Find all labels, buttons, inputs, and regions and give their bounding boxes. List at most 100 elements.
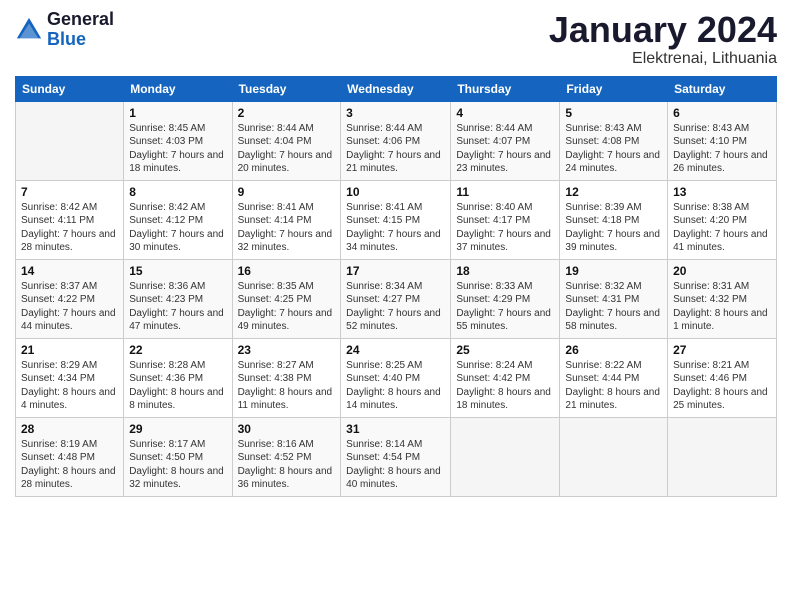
- day-info: Sunrise: 8:17 AMSunset: 4:50 PMDaylight:…: [129, 438, 226, 492]
- day-number: 23: [238, 343, 336, 357]
- day-number: 24: [346, 343, 445, 357]
- day-info: Sunrise: 8:22 AMSunset: 4:44 PMDaylight:…: [565, 359, 662, 413]
- day-info: Sunrise: 8:16 AMSunset: 4:52 PMDaylight:…: [238, 438, 336, 492]
- day-info: Sunrise: 8:33 AMSunset: 4:29 PMDaylight:…: [456, 280, 554, 334]
- day-info: Sunrise: 8:38 AMSunset: 4:20 PMDaylight:…: [673, 201, 771, 255]
- day-info: Sunrise: 8:41 AMSunset: 4:14 PMDaylight:…: [238, 201, 336, 255]
- logo-icon: [15, 16, 43, 44]
- calendar-cell: 26 Sunrise: 8:22 AMSunset: 4:44 PMDayligh…: [560, 338, 668, 417]
- day-number: 21: [21, 343, 118, 357]
- day-number: 28: [21, 422, 118, 436]
- weekday-header-row: Sunday Monday Tuesday Wednesday Thursday…: [16, 76, 777, 101]
- header: General Blue January 2024 Elektrenai, Li…: [15, 10, 777, 68]
- day-info: Sunrise: 8:44 AMSunset: 4:04 PMDaylight:…: [238, 122, 336, 176]
- calendar-cell: 14 Sunrise: 8:37 AMSunset: 4:22 PMDayligh…: [16, 259, 124, 338]
- calendar-cell: 18 Sunrise: 8:33 AMSunset: 4:29 PMDayligh…: [451, 259, 560, 338]
- day-number: 15: [129, 264, 226, 278]
- calendar-cell: 3Sunrise: 8:44 AMSunset: 4:06 PMDaylight…: [341, 101, 451, 180]
- day-info: Sunrise: 8:19 AMSunset: 4:48 PMDaylight:…: [21, 438, 118, 492]
- day-info: Sunrise: 8:32 AMSunset: 4:31 PMDaylight:…: [565, 280, 662, 334]
- day-info: Sunrise: 8:41 AMSunset: 4:15 PMDaylight:…: [346, 201, 445, 255]
- calendar-cell: 21 Sunrise: 8:29 AMSunset: 4:34 PMDayligh…: [16, 338, 124, 417]
- day-number: 2: [238, 106, 336, 120]
- calendar-cell: 13 Sunrise: 8:38 AMSunset: 4:20 PMDayligh…: [668, 180, 777, 259]
- calendar-week-4: 21 Sunrise: 8:29 AMSunset: 4:34 PMDayligh…: [16, 338, 777, 417]
- day-info: Sunrise: 8:29 AMSunset: 4:34 PMDaylight:…: [21, 359, 118, 413]
- day-info: Sunrise: 8:39 AMSunset: 4:18 PMDaylight:…: [565, 201, 662, 255]
- calendar-cell: 16 Sunrise: 8:35 AMSunset: 4:25 PMDayligh…: [232, 259, 341, 338]
- day-number: 19: [565, 264, 662, 278]
- calendar-cell: 11 Sunrise: 8:40 AMSunset: 4:17 PMDayligh…: [451, 180, 560, 259]
- calendar-cell: 23 Sunrise: 8:27 AMSunset: 4:38 PMDayligh…: [232, 338, 341, 417]
- day-info: Sunrise: 8:43 AMSunset: 4:10 PMDaylight:…: [673, 122, 771, 176]
- calendar-cell: [451, 417, 560, 496]
- calendar-cell: 28 Sunrise: 8:19 AMSunset: 4:48 PMDayligh…: [16, 417, 124, 496]
- day-number: 12: [565, 185, 662, 199]
- day-info: Sunrise: 8:42 AMSunset: 4:11 PMDaylight:…: [21, 201, 118, 255]
- day-number: 8: [129, 185, 226, 199]
- header-thursday: Thursday: [451, 76, 560, 101]
- calendar-cell: 30 Sunrise: 8:16 AMSunset: 4:52 PMDayligh…: [232, 417, 341, 496]
- day-number: 25: [456, 343, 554, 357]
- calendar-cell: 24Sunrise: 8:25 AMSunset: 4:40 PMDayligh…: [341, 338, 451, 417]
- location-subtitle: Elektrenai, Lithuania: [549, 50, 777, 68]
- calendar-cell: 8 Sunrise: 8:42 AMSunset: 4:12 PMDaylight…: [124, 180, 232, 259]
- calendar-cell: 15 Sunrise: 8:36 AMSunset: 4:23 PMDayligh…: [124, 259, 232, 338]
- header-wednesday: Wednesday: [341, 76, 451, 101]
- day-number: 18: [456, 264, 554, 278]
- calendar-cell: 25 Sunrise: 8:24 AMSunset: 4:42 PMDayligh…: [451, 338, 560, 417]
- day-info: Sunrise: 8:14 AMSunset: 4:54 PMDaylight:…: [346, 438, 445, 492]
- day-info: Sunrise: 8:40 AMSunset: 4:17 PMDaylight:…: [456, 201, 554, 255]
- day-number: 26: [565, 343, 662, 357]
- day-info: Sunrise: 8:27 AMSunset: 4:38 PMDaylight:…: [238, 359, 336, 413]
- day-info: Sunrise: 8:44 AMSunset: 4:06 PMDaylight:…: [346, 122, 445, 176]
- calendar-cell: 9Sunrise: 8:41 AMSunset: 4:14 PMDaylight…: [232, 180, 341, 259]
- calendar-cell: 12 Sunrise: 8:39 AMSunset: 4:18 PMDayligh…: [560, 180, 668, 259]
- calendar-cell: 10 Sunrise: 8:41 AMSunset: 4:15 PMDayligh…: [341, 180, 451, 259]
- day-info: Sunrise: 8:36 AMSunset: 4:23 PMDaylight:…: [129, 280, 226, 334]
- day-number: 14: [21, 264, 118, 278]
- calendar-cell: 7 Sunrise: 8:42 AMSunset: 4:11 PMDaylight…: [16, 180, 124, 259]
- calendar-week-3: 14 Sunrise: 8:37 AMSunset: 4:22 PMDayligh…: [16, 259, 777, 338]
- header-sunday: Sunday: [16, 76, 124, 101]
- day-number: 5: [565, 106, 662, 120]
- calendar-cell: 20Sunrise: 8:31 AMSunset: 4:32 PMDayligh…: [668, 259, 777, 338]
- day-number: 22: [129, 343, 226, 357]
- calendar-cell: [560, 417, 668, 496]
- day-info: Sunrise: 8:42 AMSunset: 4:12 PMDaylight:…: [129, 201, 226, 255]
- day-info: Sunrise: 8:21 AMSunset: 4:46 PMDaylight:…: [673, 359, 771, 413]
- calendar-cell: 31Sunrise: 8:14 AMSunset: 4:54 PMDayligh…: [341, 417, 451, 496]
- day-number: 17: [346, 264, 445, 278]
- logo-blue: Blue: [47, 30, 114, 50]
- day-number: 10: [346, 185, 445, 199]
- day-info: Sunrise: 8:43 AMSunset: 4:08 PMDaylight:…: [565, 122, 662, 176]
- logo-text: General Blue: [47, 10, 114, 50]
- header-monday: Monday: [124, 76, 232, 101]
- calendar-cell: 4Sunrise: 8:44 AMSunset: 4:07 PMDaylight…: [451, 101, 560, 180]
- title-area: January 2024 Elektrenai, Lithuania: [549, 10, 777, 68]
- calendar-week-2: 7 Sunrise: 8:42 AMSunset: 4:11 PMDaylight…: [16, 180, 777, 259]
- calendar-week-5: 28 Sunrise: 8:19 AMSunset: 4:48 PMDayligh…: [16, 417, 777, 496]
- calendar-cell: 5 Sunrise: 8:43 AMSunset: 4:08 PMDaylight…: [560, 101, 668, 180]
- day-number: 20: [673, 264, 771, 278]
- calendar-page: General Blue January 2024 Elektrenai, Li…: [0, 0, 792, 612]
- day-info: Sunrise: 8:28 AMSunset: 4:36 PMDaylight:…: [129, 359, 226, 413]
- day-number: 11: [456, 185, 554, 199]
- day-number: 13: [673, 185, 771, 199]
- calendar-cell: [668, 417, 777, 496]
- month-title: January 2024: [549, 10, 777, 50]
- day-info: Sunrise: 8:45 AMSunset: 4:03 PMDaylight:…: [129, 122, 226, 176]
- header-saturday: Saturday: [668, 76, 777, 101]
- day-number: 29: [129, 422, 226, 436]
- calendar-cell: 22 Sunrise: 8:28 AMSunset: 4:36 PMDayligh…: [124, 338, 232, 417]
- calendar-cell: [16, 101, 124, 180]
- day-number: 7: [21, 185, 118, 199]
- day-number: 16: [238, 264, 336, 278]
- day-number: 30: [238, 422, 336, 436]
- logo-area: General Blue: [15, 10, 114, 50]
- calendar-cell: 27Sunrise: 8:21 AMSunset: 4:46 PMDayligh…: [668, 338, 777, 417]
- day-info: Sunrise: 8:35 AMSunset: 4:25 PMDaylight:…: [238, 280, 336, 334]
- day-info: Sunrise: 8:37 AMSunset: 4:22 PMDaylight:…: [21, 280, 118, 334]
- calendar-cell: 17Sunrise: 8:34 AMSunset: 4:27 PMDayligh…: [341, 259, 451, 338]
- day-info: Sunrise: 8:24 AMSunset: 4:42 PMDaylight:…: [456, 359, 554, 413]
